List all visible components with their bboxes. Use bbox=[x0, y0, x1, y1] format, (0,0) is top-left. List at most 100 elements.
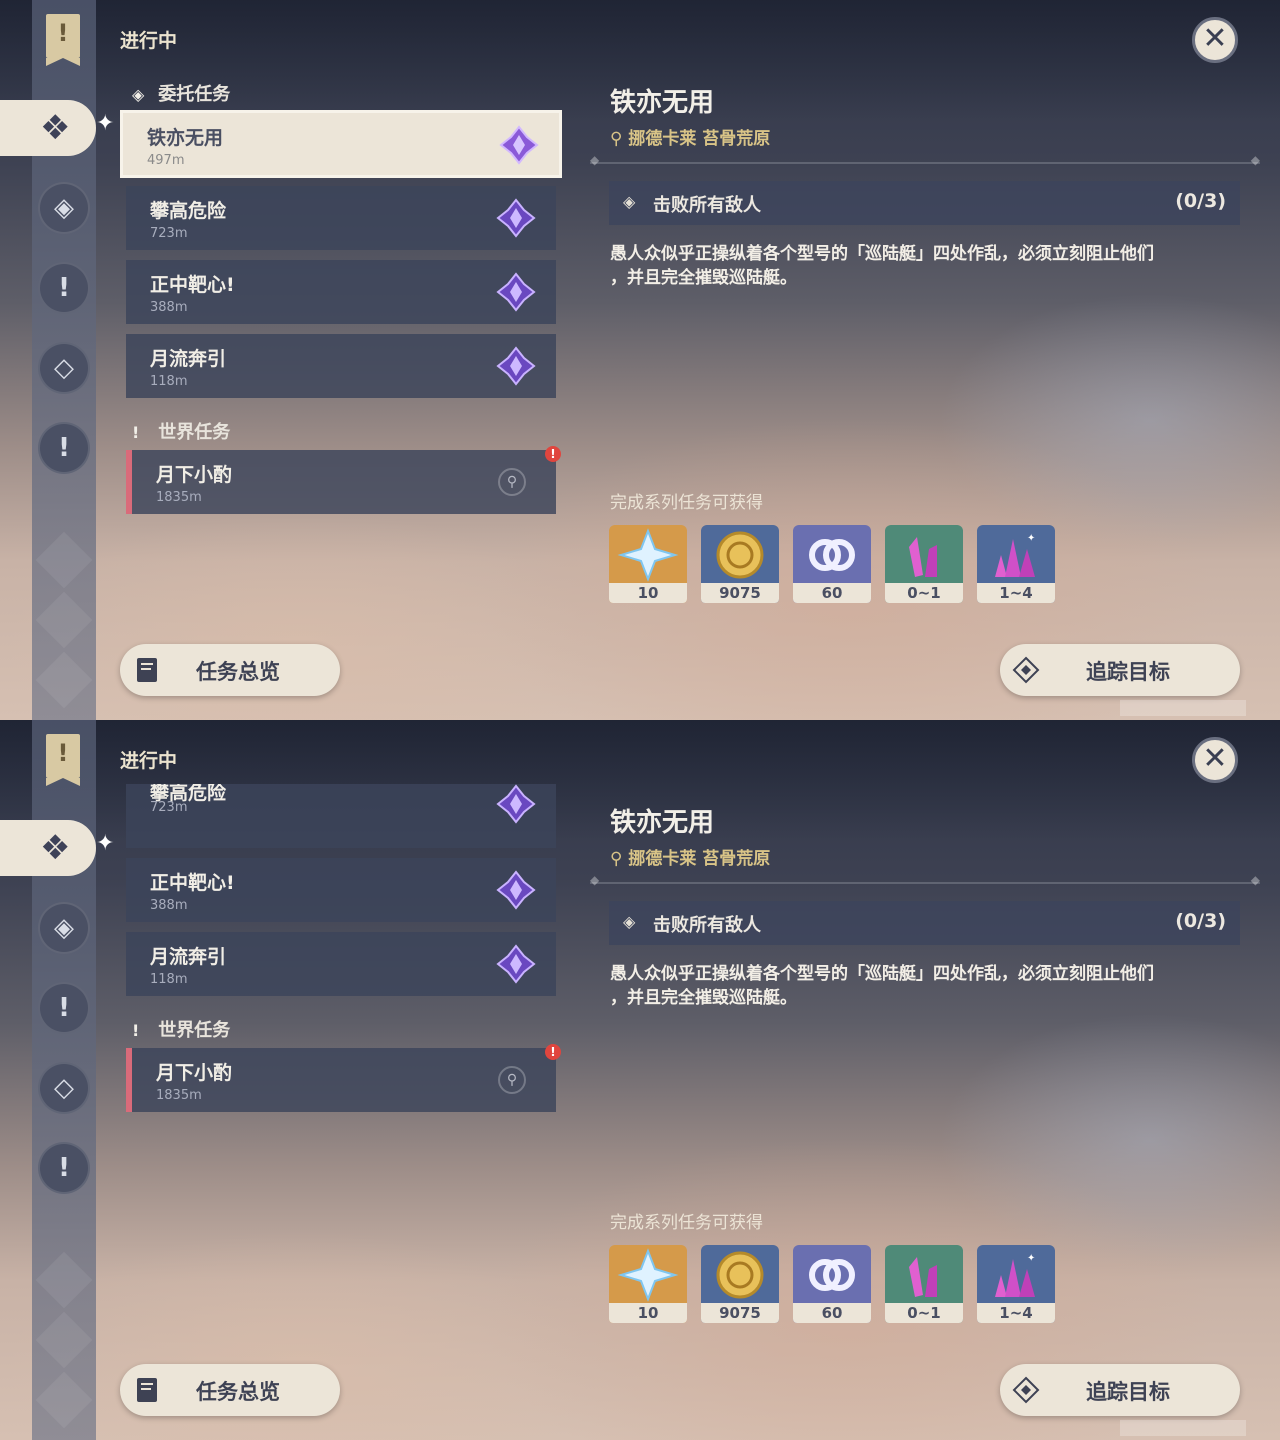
reward-count: 1~4 bbox=[977, 1303, 1055, 1323]
quest-log-panel: ! ❖ ✦ ◈ ! ◇ ! 进行中 ◈ 委托任务 铁亦无用 497m 攀高危险 … bbox=[0, 0, 1280, 720]
category-commission: ◈ 委托任务 bbox=[132, 84, 231, 105]
track-diamond-icon bbox=[1012, 656, 1040, 684]
nav-event-quests[interactable]: ◇ bbox=[38, 342, 90, 394]
reward-mora[interactable]: 9075 bbox=[701, 1245, 779, 1323]
quest-book-icon bbox=[137, 658, 157, 682]
commission-gem-icon bbox=[496, 784, 536, 824]
commission-icon: ❖ bbox=[40, 108, 71, 148]
map-pin-icon: ⚲ bbox=[610, 129, 623, 149]
quest-distance: 497m bbox=[147, 153, 185, 168]
rewards-title: 完成系列任务可获得 bbox=[610, 1213, 763, 1233]
quest-distance: 723m bbox=[150, 226, 188, 241]
section-header: 进行中 bbox=[120, 30, 178, 52]
nav-archon-quests[interactable]: ◈ bbox=[38, 902, 90, 954]
mora-icon bbox=[716, 531, 764, 579]
close-button[interactable]: ✕ bbox=[1192, 17, 1238, 63]
quest-item-partial[interactable]: 攀高危险 723m bbox=[126, 784, 556, 848]
nav-story-quests[interactable]: ! bbox=[38, 982, 90, 1034]
mora-icon bbox=[716, 1251, 764, 1299]
crystal-cluster-icon: ✦ bbox=[995, 533, 1035, 577]
quest-overview-button[interactable]: 任务总览 bbox=[120, 644, 340, 696]
divider bbox=[590, 873, 1260, 887]
nav-commission-quests[interactable]: ❖ bbox=[0, 100, 96, 156]
quest-item[interactable]: 月流奔引 118m bbox=[126, 334, 556, 398]
quest-name: 月下小酌 bbox=[156, 1062, 233, 1084]
quest-name: 铁亦无用 bbox=[147, 127, 224, 149]
alert-badge: ! bbox=[545, 1044, 561, 1060]
quest-description: 愚人众似乎正操纵着各个型号的「巡陆艇」四处作乱，必须立刻阻止他们 ，并且完全摧毁… bbox=[610, 964, 1154, 1008]
objective-progress: (0/3) bbox=[1175, 190, 1226, 212]
sparkle-icon: ✦ bbox=[96, 111, 115, 136]
scrollbar[interactable] bbox=[1120, 700, 1246, 716]
track-target-button[interactable]: 追踪目标 bbox=[1000, 644, 1240, 696]
nav-commission-quests[interactable]: ❖ bbox=[0, 820, 96, 876]
quest-description: 愚人众似乎正操纵着各个型号的「巡陆艇」四处作乱，必须立刻阻止他们 ，并且完全摧毁… bbox=[610, 244, 1154, 288]
reward-count: 60 bbox=[793, 1303, 871, 1323]
reward-crystal-cluster[interactable]: ✦ 1~4 bbox=[977, 1245, 1055, 1323]
quest-overview-button[interactable]: 任务总览 bbox=[120, 1364, 340, 1416]
companionship-exp-icon bbox=[809, 539, 855, 571]
reward-companionship-exp[interactable]: 60 bbox=[793, 525, 871, 603]
reward-mora[interactable]: 9075 bbox=[701, 525, 779, 603]
objective-text: 击败所有敌人 bbox=[653, 915, 761, 936]
reward-count: 0~1 bbox=[885, 1303, 963, 1323]
commission-gem-icon bbox=[496, 944, 536, 984]
quest-item[interactable]: 正中靶心! 388m bbox=[126, 858, 556, 922]
reward-primogem[interactable]: 10 bbox=[609, 525, 687, 603]
scrollbar[interactable] bbox=[1120, 1420, 1246, 1436]
nav-archon-quests[interactable]: ◈ bbox=[38, 182, 90, 234]
quest-item[interactable]: 月流奔引 118m bbox=[126, 932, 556, 996]
story-quest-icon: ! bbox=[58, 993, 70, 1023]
crystal-cluster-icon: ✦ bbox=[995, 1253, 1035, 1297]
objective-progress: (0/3) bbox=[1175, 910, 1226, 932]
section-header: 进行中 bbox=[120, 750, 178, 772]
commission-gem-icon bbox=[496, 870, 536, 910]
svg-text:✦: ✦ bbox=[1027, 1253, 1035, 1264]
event-quest-icon: ◇ bbox=[54, 353, 74, 383]
close-button[interactable]: ✕ bbox=[1192, 737, 1238, 783]
commission-icon: ❖ bbox=[40, 828, 71, 868]
reward-companionship-exp[interactable]: 60 bbox=[793, 1245, 871, 1323]
quest-distance: 118m bbox=[150, 972, 188, 987]
map-pin-icon: ⚲ bbox=[610, 849, 623, 869]
quest-item-selected[interactable]: 铁亦无用 497m bbox=[120, 110, 562, 178]
quest-distance: 388m bbox=[150, 898, 188, 913]
reward-count: 1~4 bbox=[977, 583, 1055, 603]
quest-name: 正中靶心! bbox=[150, 274, 235, 296]
reward-crystal-cluster[interactable]: ✦ 1~4 bbox=[977, 525, 1055, 603]
primogem-icon bbox=[617, 528, 679, 582]
archon-quest-icon: ◈ bbox=[54, 913, 74, 943]
world-quest-item[interactable]: 月下小酌 1835m ⚲ bbox=[126, 450, 556, 514]
reward-count: 9075 bbox=[701, 1303, 779, 1323]
nav-story-quests[interactable]: ! bbox=[38, 262, 90, 314]
primogem-icon bbox=[617, 1248, 679, 1302]
track-target-button[interactable]: 追踪目标 bbox=[1000, 1364, 1240, 1416]
objective-bar: ◈ 击败所有敌人 (0/3) bbox=[609, 181, 1240, 225]
world-quest-item[interactable]: 月下小酌 1835m ⚲ bbox=[126, 1048, 556, 1112]
reward-count: 60 bbox=[793, 583, 871, 603]
commission-gem-icon bbox=[496, 346, 536, 386]
reward-primogem[interactable]: 10 bbox=[609, 1245, 687, 1323]
objective-text: 击败所有敌人 bbox=[653, 195, 761, 216]
quest-name: 月流奔引 bbox=[150, 946, 227, 968]
quest-list-viewport[interactable]: 攀高危险 723m 正中靶心! 388m 月流奔引 118m ! 世界任务 月下… bbox=[120, 784, 580, 1344]
crystal-chunk-icon bbox=[909, 1257, 937, 1297]
reward-crystal-chunk[interactable]: 0~1 bbox=[885, 1245, 963, 1323]
commission-gem-icon bbox=[496, 272, 536, 312]
quest-banner-icon: ! bbox=[46, 734, 80, 786]
nav-world-quests[interactable]: ! bbox=[38, 422, 90, 474]
world-quest-icon: ! bbox=[58, 433, 70, 463]
quest-item[interactable]: 攀高危险 723m bbox=[126, 186, 556, 250]
nav-event-quests[interactable]: ◇ bbox=[38, 1062, 90, 1114]
reward-crystal-chunk[interactable]: 0~1 bbox=[885, 525, 963, 603]
commission-small-icon: ◈ bbox=[132, 85, 145, 104]
quest-item[interactable]: 正中靶心! 388m bbox=[126, 260, 556, 324]
world-small-icon: ! bbox=[132, 1021, 140, 1040]
category-world: ! 世界任务 bbox=[132, 422, 231, 443]
nav-world-quests[interactable]: ! bbox=[38, 1142, 90, 1194]
reward-count: 0~1 bbox=[885, 583, 963, 603]
quest-distance: 118m bbox=[150, 374, 188, 389]
world-small-icon: ! bbox=[132, 423, 140, 442]
sparkle-icon: ✦ bbox=[96, 831, 115, 856]
world-quest-icon: ! bbox=[58, 1153, 70, 1183]
